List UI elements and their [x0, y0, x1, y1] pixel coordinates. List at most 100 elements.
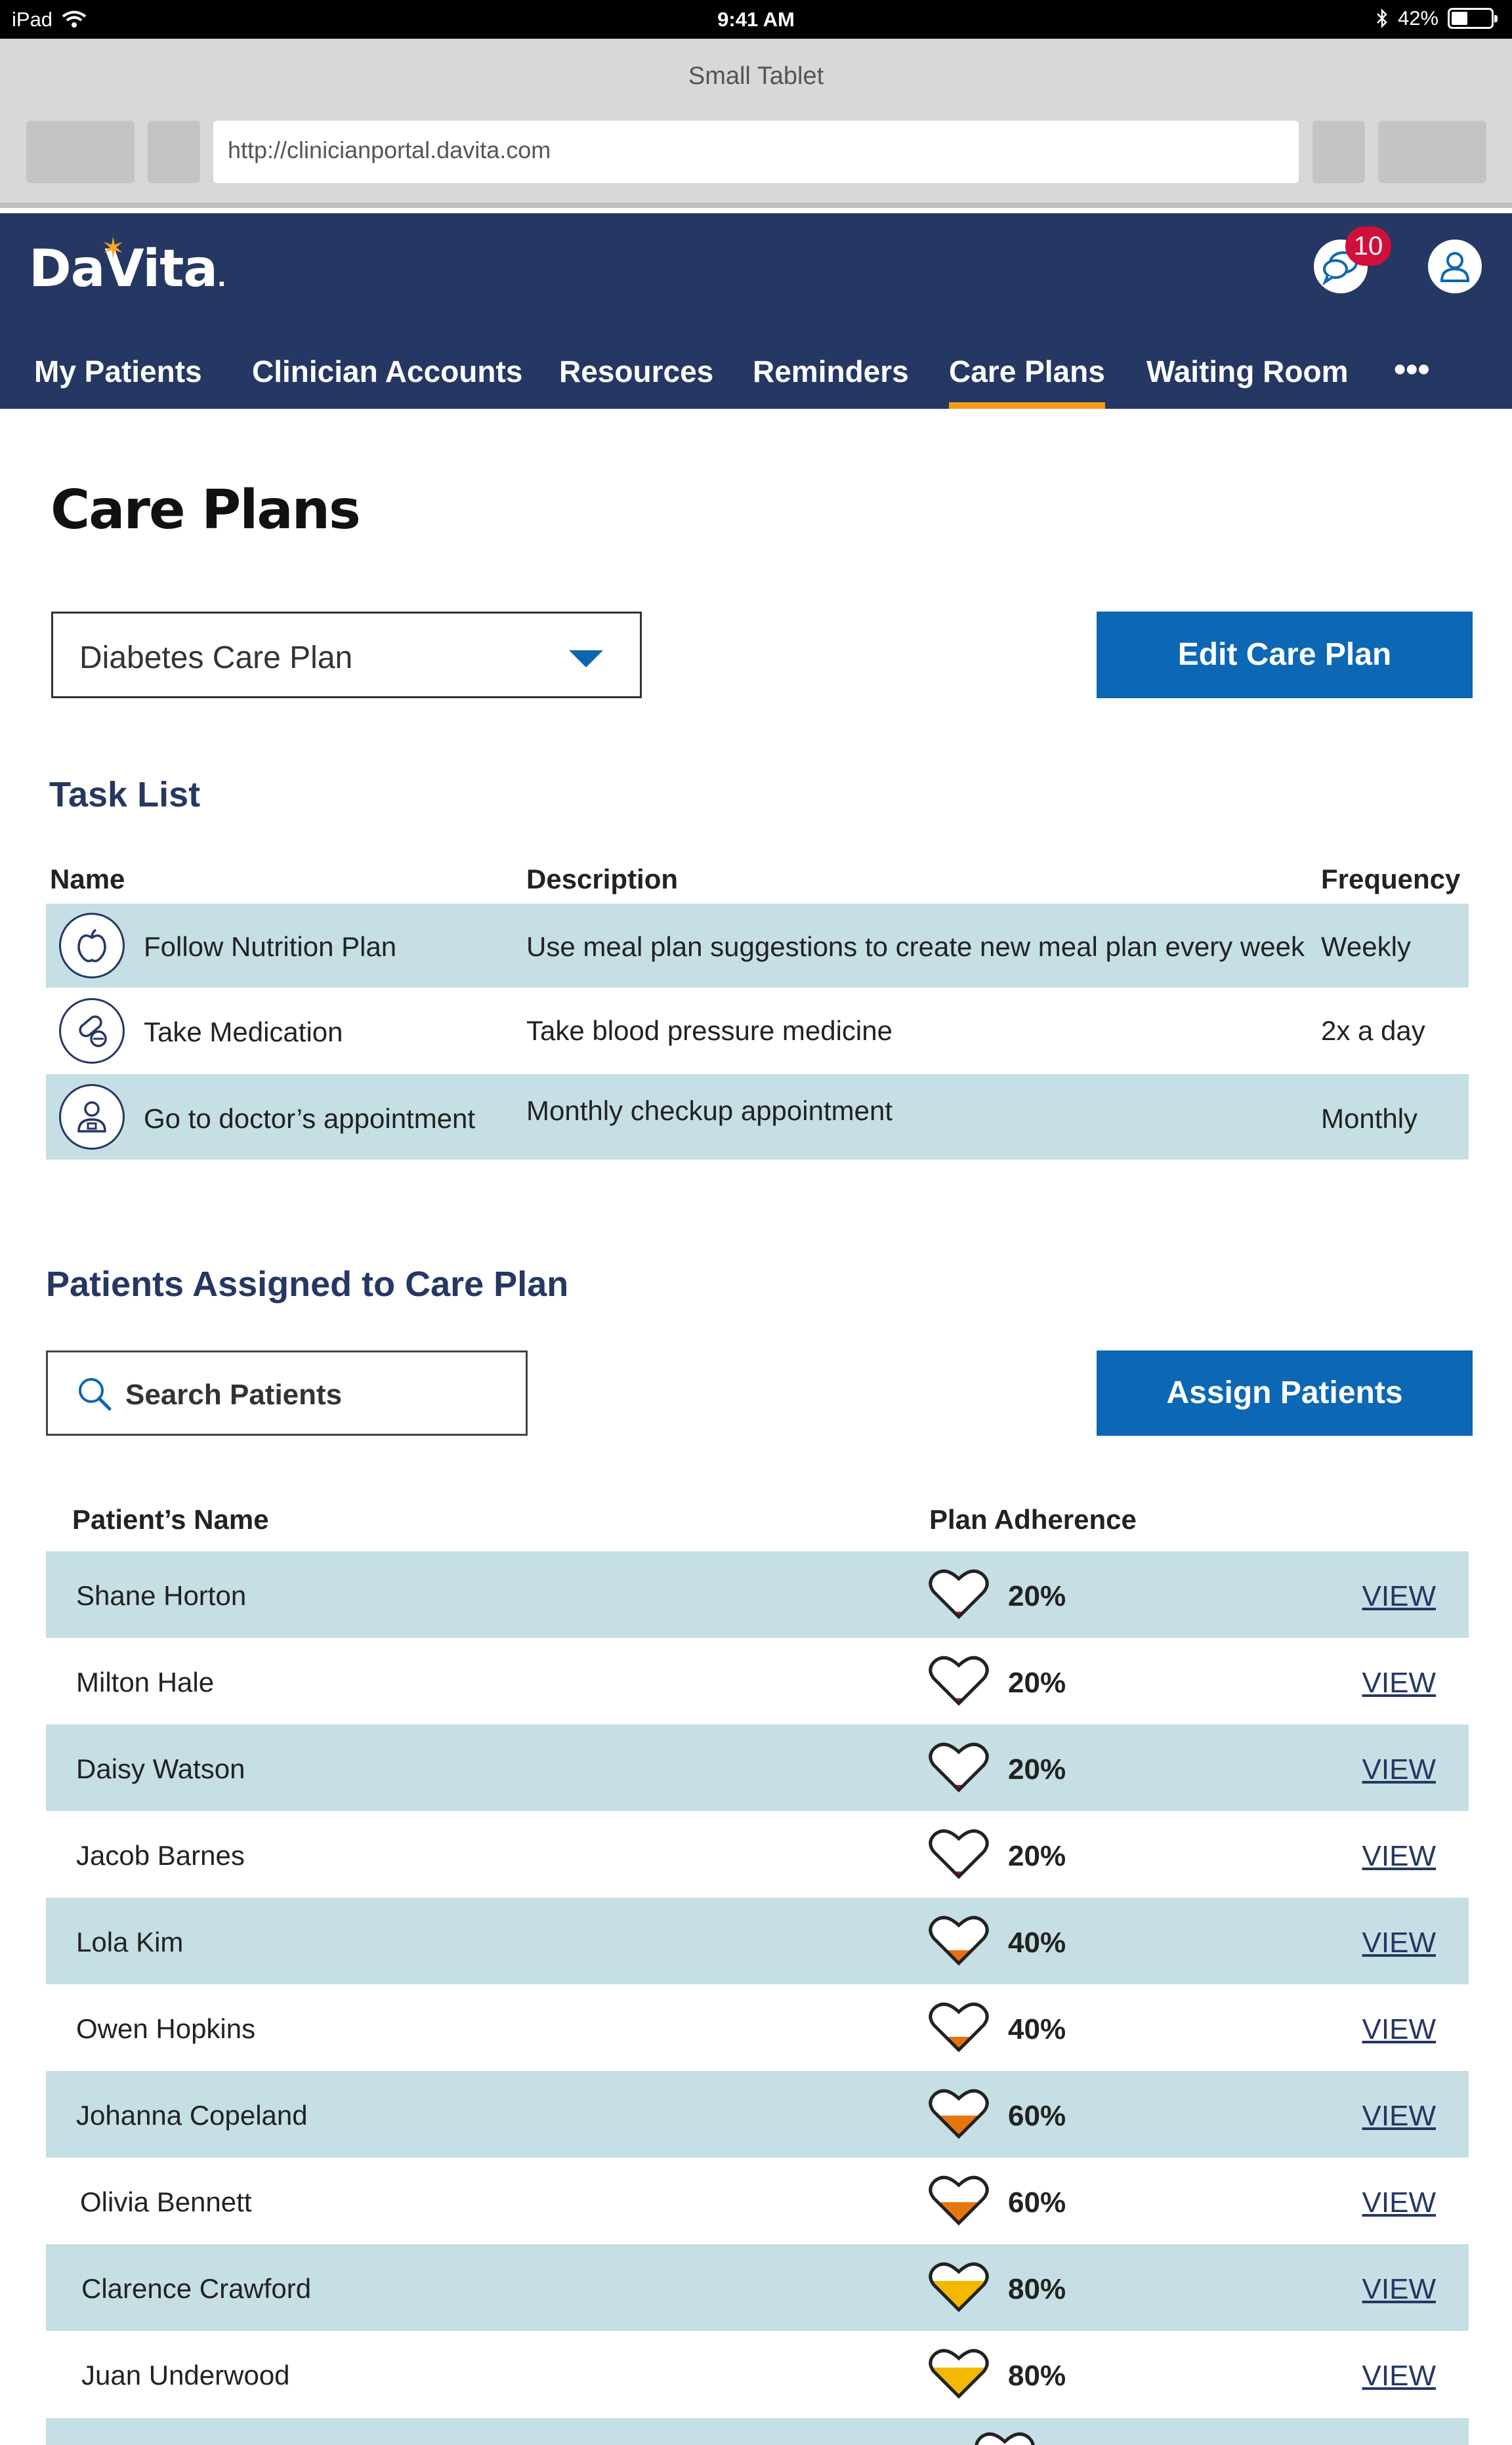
view-link[interactable]: VIEW [1362, 2186, 1436, 2219]
adherence-percent: 80% [1008, 2360, 1066, 2392]
nav-my-patients[interactable]: My Patients [34, 333, 202, 409]
nav-resources[interactable]: Resources [559, 333, 713, 409]
table-row[interactable]: Johanna Copeland 60% VIEW [46, 2071, 1469, 2158]
status-bar: iPad 9:41 AM 42% [0, 0, 1512, 39]
task-frequency: Monthly [1321, 1103, 1418, 1134]
adherence-heart-icon [929, 2349, 989, 2399]
davita-logo[interactable]: DaVita. ✶ [29, 232, 226, 299]
view-link[interactable]: VIEW [1362, 2360, 1436, 2393]
tabs-button[interactable] [1378, 121, 1486, 183]
nav-reminders[interactable]: Reminders [753, 333, 909, 409]
browser-chrome: Small Tablet http://clinicianportal.davi… [0, 39, 1512, 208]
patient-name: Owen Hopkins [76, 2013, 256, 2044]
adherence-heart-icon [929, 1915, 989, 1966]
view-link[interactable]: VIEW [1362, 2100, 1436, 2133]
adherence-heart-icon [929, 1569, 989, 1620]
table-row[interactable] [46, 2418, 1469, 2445]
nav-clinician-accounts[interactable]: Clinician Accounts [252, 333, 522, 409]
patient-name: Clarence Crawford [81, 2273, 312, 2304]
adherence-percent: 40% [1008, 2013, 1066, 2045]
notification-badge: 10 [1345, 226, 1391, 266]
task-header-frequency: Frequency [1321, 864, 1461, 894]
status-right: 42% [1376, 7, 1498, 30]
adherence-heart-icon [929, 1656, 989, 1706]
table-row[interactable]: Milton Hale 20% VIEW [46, 1638, 1469, 1724]
adherence-percent: 60% [1008, 2100, 1066, 2132]
forward-button[interactable] [148, 121, 200, 183]
adherence-percent: 20% [1008, 1667, 1066, 1699]
task-row[interactable]: Go to doctor’s appointment Monthly check… [46, 1074, 1469, 1160]
pill-icon [59, 998, 125, 1064]
adherence-heart-icon [929, 1829, 989, 1879]
doctor-icon [59, 1084, 125, 1150]
care-plan-select-value: Diabetes Care Plan [79, 640, 353, 675]
user-icon [1440, 252, 1470, 282]
search-placeholder: Search Patients [125, 1379, 343, 1411]
patient-name: Lola Kim [76, 1927, 184, 1957]
care-plan-select[interactable]: Diabetes Care Plan [51, 612, 642, 698]
task-header-description: Description [526, 864, 679, 894]
table-row[interactable]: Clarence Crawford 80% VIEW [46, 2244, 1469, 2331]
adherence-percent: 20% [1008, 1580, 1066, 1612]
adherence-heart-icon [929, 2262, 989, 2312]
patients-section-title: Patients Assigned to Care Plan [46, 1264, 569, 1304]
task-frequency: 2x a day [1321, 1015, 1425, 1046]
apple-icon [59, 913, 125, 978]
nav-waiting-room[interactable]: Waiting Room [1146, 333, 1348, 409]
table-row[interactable]: Shane Horton 20% VIEW [46, 1551, 1469, 1638]
table-row[interactable]: Jacob Barnes 20% VIEW [46, 1811, 1469, 1898]
task-name: Follow Nutrition Plan [144, 931, 397, 962]
share-button[interactable] [1312, 121, 1365, 183]
chevron-down-icon [569, 650, 603, 667]
task-frequency: Weekly [1321, 931, 1411, 962]
task-name: Go to doctor’s appointment [144, 1103, 476, 1134]
view-link[interactable]: VIEW [1362, 1753, 1436, 1786]
patient-header-adherence: Plan Adherence [929, 1504, 1137, 1535]
edit-care-plan-button[interactable]: Edit Care Plan [1097, 612, 1473, 698]
assign-patients-button[interactable]: Assign Patients [1097, 1350, 1473, 1436]
battery-percent: 42% [1397, 7, 1438, 30]
view-link[interactable]: VIEW [1362, 1927, 1436, 1959]
main-nav: My Patients Clinician Accounts Resources… [0, 333, 1512, 409]
patient-name: Milton Hale [76, 1667, 215, 1698]
adherence-percent: 20% [1008, 1840, 1066, 1872]
table-row[interactable]: Juan Underwood 80% VIEW [46, 2331, 1469, 2417]
view-link[interactable]: VIEW [1362, 1580, 1436, 1613]
table-row[interactable]: Owen Hopkins 40% VIEW [46, 1984, 1469, 2071]
table-row[interactable]: Lola Kim 40% VIEW [46, 1898, 1469, 1984]
view-link[interactable]: VIEW [1362, 1667, 1436, 1700]
adherence-heart-icon [929, 2089, 989, 2139]
battery-icon [1448, 8, 1498, 29]
task-description: Take blood pressure medicine [526, 1015, 892, 1046]
task-header-name: Name [50, 864, 125, 894]
view-link[interactable]: VIEW [1362, 1840, 1436, 1873]
adherence-percent: 40% [1008, 1927, 1066, 1959]
view-link[interactable]: VIEW [1362, 2013, 1436, 2046]
table-row[interactable]: Daisy Watson 20% VIEW [46, 1724, 1469, 1811]
logo-star-icon: ✶ [101, 232, 125, 265]
task-row[interactable]: Follow Nutrition Plan Use meal plan sugg… [46, 904, 1469, 988]
heart-icon [975, 2432, 1035, 2445]
url-bar[interactable]: http://clinicianportal.davita.com [213, 121, 1299, 183]
more-menu-button[interactable]: ••• [1394, 329, 1430, 405]
nav-care-plans[interactable]: Care Plans [949, 333, 1105, 409]
patient-name: Daisy Watson [76, 1753, 245, 1784]
profile-button[interactable] [1428, 240, 1482, 293]
adherence-percent: 20% [1008, 1753, 1066, 1786]
task-name: Take Medication [144, 1016, 343, 1047]
back-button[interactable] [26, 121, 135, 183]
patient-name: Jacob Barnes [76, 1840, 245, 1871]
search-icon [79, 1378, 112, 1411]
patient-name: Shane Horton [76, 1580, 247, 1611]
search-input[interactable]: Search Patients [46, 1350, 528, 1436]
patient-header-name: Patient’s Name [72, 1504, 269, 1535]
clock: 9:41 AM [717, 8, 795, 31]
adherence-percent: 60% [1008, 2186, 1066, 2219]
table-row[interactable]: Olivia Bennett 60% VIEW [46, 2158, 1469, 2244]
task-description: Monthly checkup appointment [526, 1095, 892, 1126]
task-description: Use meal plan suggestions to create new … [526, 931, 1305, 962]
adherence-heart-icon [929, 1742, 989, 1793]
task-row[interactable]: Take Medication Take blood pressure medi… [46, 988, 1469, 1074]
view-link[interactable]: VIEW [1362, 2273, 1436, 2306]
patient-name: Olivia Bennett [80, 2186, 252, 2217]
